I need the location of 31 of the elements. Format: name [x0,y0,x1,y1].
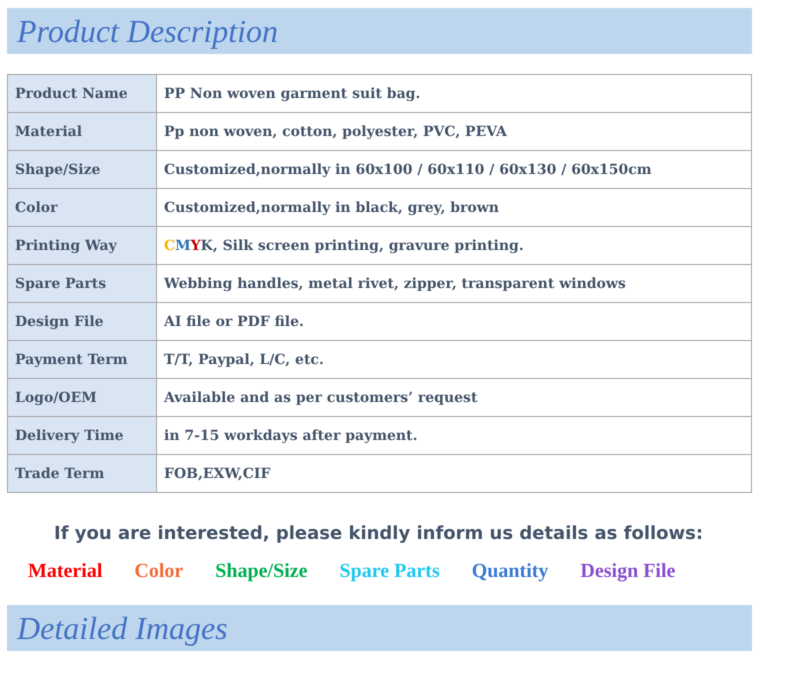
table-cell: Color [8,188,156,226]
detail-label: Material [28,560,102,583]
table-cell: Webbing handles, metal rivet, zipper, transparent windows [156,264,752,302]
table-cell: Product Name [8,74,156,112]
table-cell: Material [8,112,156,150]
table-cell: Trade Term [8,454,156,492]
table-cell: Delivery Time [8,416,156,454]
table-cell: Customized,normally in black, grey, brown [156,188,752,226]
table-cell: Logo/OEM [8,378,156,416]
detail-label: Design File [580,560,676,583]
notice-text: If you are interested, please kindly inform us details as follows: [54,523,704,544]
table-cell: Design File [8,302,156,340]
table-cell: CMYK, Silk screen printing, gravure printing. [156,226,752,264]
detail-label: Quantity [472,560,548,583]
table-cell: FOB,EXW,CIF [156,454,752,492]
detail-label: Color [134,560,184,583]
table-cell: T/T, Paypal, L/C, etc. [156,340,752,378]
table-cell: Shape/Size [8,150,156,188]
detail-label: Shape/Size [215,560,308,583]
section-title: Detailed Images [17,612,228,644]
table-cell: Pp non woven, cotton, polyester, PVC, PEVA [156,112,752,150]
table-cell: AI file or PDF file. [156,302,752,340]
table-cell: Available and as per customers’ request [156,378,752,416]
section-title: Product Description [17,15,278,47]
table-cell: Printing Way [8,226,156,264]
table-cell: Customized,normally in 60x100 / 60x110 / 60x130 / 60x150cm [156,150,752,188]
detail-label: Spare Parts [340,560,440,583]
table-cell: in 7-15 workdays after payment. [156,416,752,454]
table-cell: Spare Parts [8,264,156,302]
table-cell: PP Non woven garment suit bag. [156,74,752,112]
table-cell: Payment Term [8,340,156,378]
